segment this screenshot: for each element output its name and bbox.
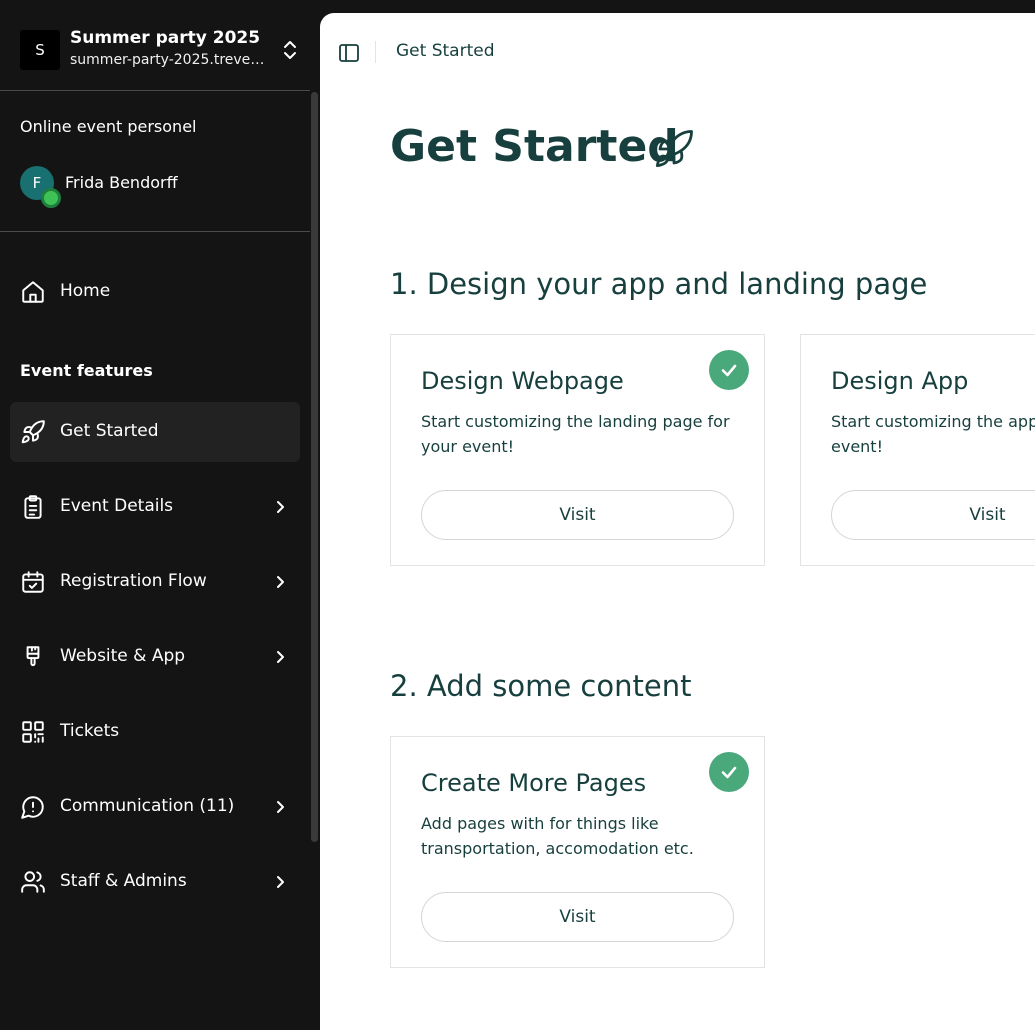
header-separator: [375, 41, 376, 63]
sidebar-divider: [0, 90, 310, 91]
card-title: Design Webpage: [421, 367, 624, 395]
card-design-app: Design App Start customizing the app for…: [800, 334, 1035, 566]
sidebar-item-label: Website & App: [60, 646, 186, 666]
sidebar-toggle-icon[interactable]: [338, 42, 360, 64]
calendar-check-icon: [22, 571, 44, 593]
sidebar-item-registration-flow[interactable]: Registration Flow: [10, 552, 300, 612]
rocket-icon: [655, 130, 693, 168]
sidebar-item-label: Registration Flow: [60, 571, 207, 591]
sidebar-item-event-details[interactable]: Event Details: [10, 477, 300, 537]
online-personnel-label: Online event personel: [20, 117, 197, 136]
breadcrumb: Get Started: [396, 41, 495, 61]
sidebar-item-website-app[interactable]: Website & App: [10, 627, 300, 687]
chevron-right-icon: [277, 576, 284, 588]
sidebar-item-label: Home: [60, 281, 111, 301]
sidebar-item-label: Get Started: [60, 421, 159, 441]
visit-button[interactable]: Visit: [421, 892, 734, 942]
card-description: Start customizing the app for your event…: [831, 412, 1035, 456]
event-features-heading: Event features: [20, 361, 153, 380]
card-title: Create More Pages: [421, 769, 647, 797]
card-title: Design App: [831, 367, 969, 395]
sidebar-item-home[interactable]: Home: [10, 262, 300, 322]
sidebar-item-label: Event Details: [60, 496, 174, 516]
sidebar-item-label: Tickets: [60, 721, 120, 741]
card-description: Add pages with for things like transport…: [421, 814, 694, 858]
chevron-right-icon: [277, 876, 284, 888]
home-icon: [22, 281, 44, 303]
workspace-switcher[interactable]: S Summer party 2025 summer-party-2025.tr…: [0, 0, 320, 90]
check-icon: [709, 752, 749, 792]
paintbrush-icon: [26, 646, 40, 667]
sidebar-item-get-started[interactable]: Get Started: [10, 402, 300, 462]
personnel-name: Frida Bendorff: [65, 173, 178, 192]
check-icon: [709, 350, 749, 390]
clipboard-icon: [24, 495, 42, 519]
sidebar-item-label: Communication (11): [60, 796, 235, 816]
chevron-right-icon: [277, 801, 284, 813]
sidebar-item-communication[interactable]: Communication (11): [10, 777, 300, 837]
sidebar-divider: [0, 231, 310, 232]
section-title: 2. Add some content: [390, 669, 692, 703]
sidebar-item-label: Staff & Admins: [60, 871, 187, 891]
message-alert-icon: [21, 796, 44, 819]
chevron-right-icon: [277, 501, 284, 513]
section-title: 1. Design your app and landing page: [390, 267, 928, 301]
sidebar-scrollbar[interactable]: [311, 92, 318, 842]
rocket-icon: [21, 420, 45, 444]
card-description: Start customizing the landing page for y…: [421, 412, 730, 456]
visit-button[interactable]: Visit: [831, 490, 1035, 540]
online-status-dot: [41, 188, 61, 208]
sidebar-item-tickets[interactable]: Tickets: [10, 702, 300, 762]
sidebar: S Summer party 2025 summer-party-2025.tr…: [0, 0, 320, 1030]
workspace-url: summer-party-2025.trevent.app: [70, 52, 270, 68]
card-create-more-pages: Create More Pages Add pages with for thi…: [390, 736, 765, 968]
users-icon: [21, 871, 45, 893]
main-content: Get Started Get Started 1. Design your a…: [320, 13, 1035, 1030]
workspace-name: Summer party 2025: [70, 28, 261, 48]
page-title: Get Started: [390, 121, 679, 172]
workspace-logo: S: [20, 30, 60, 70]
chevrons-up-down-icon[interactable]: [280, 38, 300, 62]
sidebar-item-staff-admins[interactable]: Staff & Admins: [10, 852, 300, 912]
qr-code-icon: [22, 721, 44, 743]
chevron-right-icon: [277, 651, 284, 663]
card-design-webpage: Design Webpage Start customizing the lan…: [390, 334, 765, 566]
visit-button[interactable]: Visit: [421, 490, 734, 540]
